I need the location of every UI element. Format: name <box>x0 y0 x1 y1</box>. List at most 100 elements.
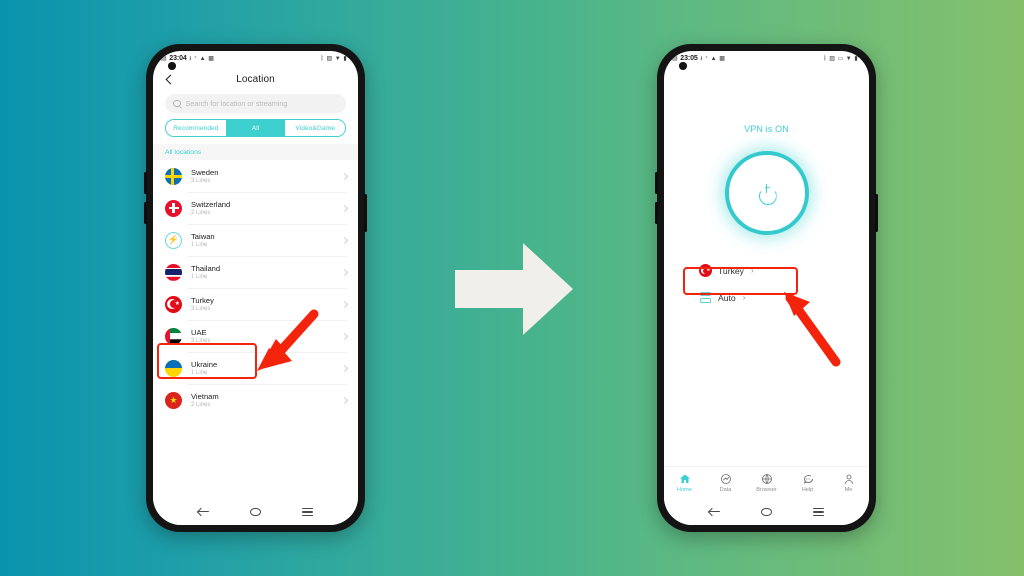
flag-ukraine-icon <box>165 359 182 377</box>
list-item-text: Taiwan 1 Line <box>191 232 342 249</box>
flag-uae-icon <box>165 327 182 345</box>
location-name: Ukraine <box>191 359 218 369</box>
section-title-all-locations: All locations <box>153 144 358 160</box>
left-phone-screen: ▤ 23:04 ⭳ ⁺ ▲ ▩ ᛒ ▨ ▼ ▮⁺ Location Search… <box>153 51 358 525</box>
system-home-icon[interactable] <box>760 508 772 516</box>
tab-home[interactable]: Home <box>664 473 705 493</box>
chevron-right-icon: › <box>742 292 746 302</box>
alert-icon: ▲ <box>199 55 206 62</box>
selected-location-label: Turkey <box>718 265 744 276</box>
system-back-icon[interactable] <box>197 508 209 517</box>
status-bar-time: 23:05 <box>680 55 698 62</box>
chevron-right-icon <box>340 236 349 244</box>
location-name: Sweden <box>191 167 219 177</box>
connection-selection-list: ★ Turkey › Auto › <box>664 260 869 308</box>
location-header: Location <box>153 66 358 92</box>
flag-turkey-icon: ★ <box>165 295 182 313</box>
location-lines: 3 Lines <box>191 178 211 185</box>
flag-thailand-icon <box>165 263 182 281</box>
power-icon <box>758 184 775 202</box>
system-recents-icon[interactable] <box>813 506 825 518</box>
download-icon: ⭳ <box>700 55 703 62</box>
list-item-text: Turkey 3 Lines <box>191 296 342 313</box>
bluetooth-icon: ᛒ <box>823 55 827 62</box>
screenshot-icon: ▩ <box>719 55 725 62</box>
list-item[interactable]: ⚡ Taiwan 1 Line <box>153 224 358 256</box>
sim-icon: ▤ <box>672 55 678 62</box>
tab-label: Me <box>844 487 853 493</box>
right-phone-device: ▤ 23:05 ⭳ ⁺ ▲ ▩ ᛒ ▨ ▭ ▼ ▮⁺ VPN is ON ★ T… <box>655 44 878 532</box>
volume-up-button[interactable] <box>655 172 658 194</box>
location-name: Turkey <box>191 295 214 305</box>
left-phone-device: ▤ 23:04 ⭳ ⁺ ▲ ▩ ᛒ ▨ ▼ ▮⁺ Location Search… <box>144 44 367 532</box>
power-side-button[interactable] <box>364 194 367 232</box>
search-placeholder: Search for location or streaming <box>185 99 288 108</box>
list-item[interactable]: Switzerland 2 Lines <box>153 192 358 224</box>
location-lines: 1 Line <box>191 370 208 377</box>
system-back-icon[interactable] <box>708 508 720 517</box>
list-item-text: Thailand 1 Line <box>191 264 342 281</box>
volume-down-button[interactable] <box>144 202 147 224</box>
list-item-text: Sweden 3 Lines <box>191 168 342 185</box>
system-home-icon[interactable] <box>249 508 261 516</box>
left-system-nav-bar <box>153 499 358 525</box>
chevron-right-icon <box>340 172 349 180</box>
battery-icon: ▮⁺ <box>854 55 861 62</box>
location-lines: 3 Lines <box>191 306 211 313</box>
volume-up-button[interactable] <box>144 172 147 194</box>
chat-icon <box>802 473 814 485</box>
tab-data[interactable]: Data <box>705 473 746 493</box>
chevron-right-icon <box>340 204 349 212</box>
right-phone-screen: ▤ 23:05 ⭳ ⁺ ▲ ▩ ᛒ ▨ ▭ ▼ ▮⁺ VPN is ON ★ T… <box>664 51 869 525</box>
list-item[interactable]: ★ Vietnam 2 Lines <box>153 384 358 416</box>
status-bar-left-group: ▤ 23:04 ⭳ ⁺ ▲ ▩ <box>161 55 214 62</box>
list-item[interactable]: Thailand 1 Line <box>153 256 358 288</box>
location-lines: 2 Lines <box>191 210 211 217</box>
power-button-area <box>664 151 869 235</box>
list-item[interactable]: UAE 3 Lines <box>153 320 358 352</box>
volume-down-button[interactable] <box>655 202 658 224</box>
location-lines: 1 Line <box>191 242 208 249</box>
tab-browser[interactable]: Browser <box>746 473 787 493</box>
front-camera-punch-hole <box>168 62 176 70</box>
list-item[interactable]: Ukraine 1 Line <box>153 352 358 384</box>
chevron-right-icon <box>340 396 349 404</box>
location-name: Taiwan <box>191 231 215 241</box>
tab-help[interactable]: Help <box>787 473 828 493</box>
connection-mode-auto[interactable]: Auto › <box>690 287 843 308</box>
right-system-nav-bar <box>664 499 869 525</box>
chevron-right-icon <box>340 364 349 372</box>
wifi-icon: ▼ <box>845 55 852 62</box>
system-recents-icon[interactable] <box>302 506 314 518</box>
tab-video-game[interactable]: Video&Game <box>285 120 345 136</box>
location-list: Sweden 3 Lines Switzerland 2 Lines ⚡ Tai… <box>153 160 358 416</box>
location-name: UAE <box>191 327 207 337</box>
location-lines: 1 Line <box>191 274 208 281</box>
list-item-turkey[interactable]: ★ Turkey 3 Lines <box>153 288 358 320</box>
transition-arrow <box>455 243 573 335</box>
chevron-right-icon <box>340 332 349 340</box>
vpn-status-label: VPN is ON <box>744 124 789 134</box>
search-input[interactable]: Search for location or streaming <box>165 94 346 113</box>
list-item[interactable]: Sweden 3 Lines <box>153 160 358 192</box>
status-bar-left-group: ▤ 23:05 ⭳ ⁺ ▲ ▩ <box>672 55 725 62</box>
data-icon <box>720 473 732 485</box>
battery-icon: ▮⁺ <box>343 55 350 62</box>
tab-label: Browser <box>756 487 777 493</box>
power-side-button[interactable] <box>875 194 878 232</box>
tab-all[interactable]: All <box>225 120 286 136</box>
vibrate-icon: ▨ <box>829 55 835 62</box>
bluetooth-small-icon: ⁺ <box>704 55 709 62</box>
flag-vietnam-icon: ★ <box>165 391 182 409</box>
globe-icon <box>761 473 773 485</box>
tab-me[interactable]: Me <box>828 473 869 493</box>
tab-recommended[interactable]: Recommended <box>166 120 226 136</box>
selected-location-turkey[interactable]: ★ Turkey › <box>690 260 843 281</box>
app-tab-bar: Home Data Browser Help Me <box>664 466 869 499</box>
front-camera-punch-hole <box>679 62 687 70</box>
vpn-power-button[interactable] <box>724 151 809 235</box>
vibrate-icon: ▨ <box>326 55 333 62</box>
alert-icon: ▲ <box>710 55 717 62</box>
flag-sweden-icon <box>165 167 182 185</box>
chevron-right-icon <box>340 300 349 308</box>
